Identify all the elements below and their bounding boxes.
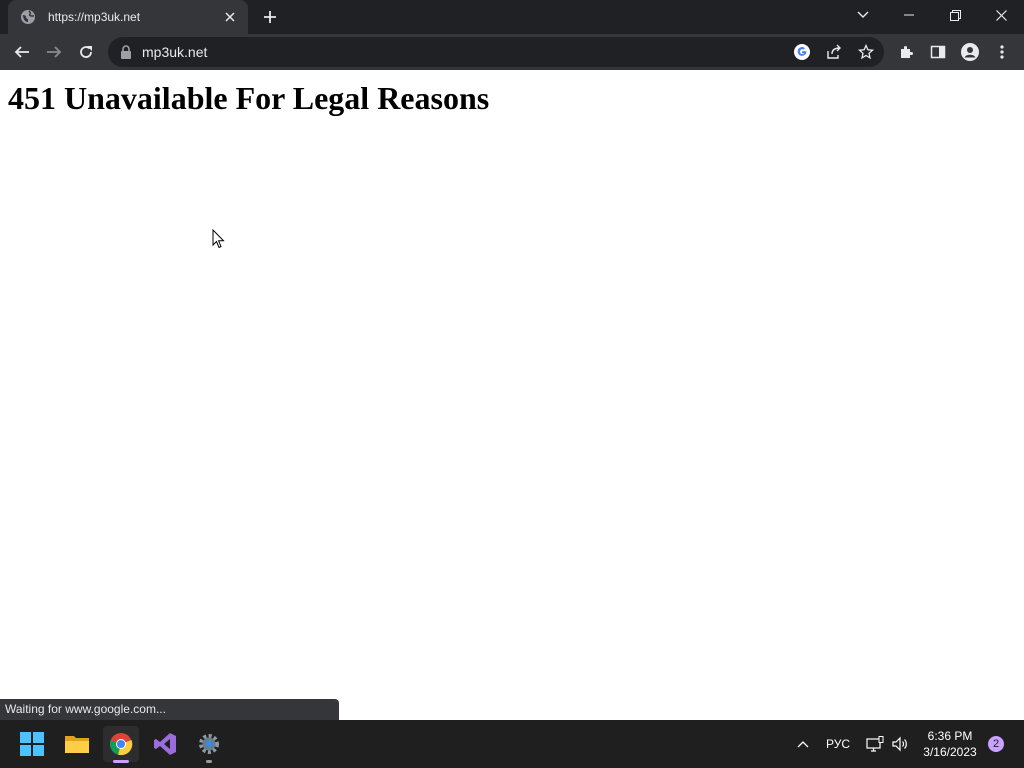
tab-strip: https://mp3uk.net [0,0,1024,34]
start-button[interactable] [14,726,50,762]
network-icon[interactable] [864,720,886,768]
file-explorer-button[interactable] [59,726,95,762]
clock[interactable]: 6:36 PM 3/16/2023 [918,720,982,768]
tab-search-chevron-icon[interactable] [840,0,886,30]
google-lens-icon[interactable] [792,42,812,62]
settings-button[interactable] [191,726,227,763]
address-bar[interactable]: mp3uk.net [108,37,884,67]
clock-time: 6:36 PM [927,729,973,743]
url-text[interactable]: mp3uk.net [142,44,207,60]
windows-logo-icon [20,732,44,756]
clock-date: 3/16/2023 [923,745,977,759]
restore-button[interactable] [932,0,978,30]
new-tab-button[interactable] [259,6,281,28]
gear-icon [199,734,219,754]
visual-studio-button[interactable] [147,726,183,762]
lock-icon[interactable] [120,45,132,59]
more-menu-icon[interactable] [990,40,1014,64]
forward-button[interactable] [42,40,66,64]
reload-button[interactable] [74,40,98,64]
side-panel-icon[interactable] [926,40,950,64]
globe-icon [20,9,36,25]
notification-count-badge: 2 [988,736,1004,752]
chrome-icon [109,733,133,756]
page-heading: 451 Unavailable For Legal Reasons [8,80,490,116]
active-app-indicator [113,760,129,763]
volume-icon[interactable] [889,720,911,768]
extensions-puzzle-icon[interactable] [894,40,918,64]
back-button[interactable] [10,40,34,64]
page-content: 451 Unavailable For Legal Reasons Waitin… [0,70,1024,720]
close-window-button[interactable] [978,0,1024,30]
notification-center-button[interactable]: 2 [986,720,1006,768]
show-hidden-icons-chevron[interactable] [792,720,814,768]
share-icon[interactable] [824,42,844,62]
browser-toolbar: mp3uk.net [0,34,1024,70]
visual-studio-icon [154,733,176,755]
windows-taskbar: РУС 6:36 PM 3/16/2023 2 [0,720,1024,768]
close-tab-icon[interactable] [222,9,238,25]
mouse-cursor-icon [212,228,225,254]
minimize-button[interactable] [886,0,932,30]
chrome-taskbar-button[interactable] [103,726,139,763]
folder-icon [65,736,89,753]
browser-tab[interactable]: https://mp3uk.net [8,0,248,34]
status-bubble: Waiting for www.google.com... [0,699,339,720]
tab-title: https://mp3uk.net [48,10,141,24]
open-app-indicator [206,760,212,763]
input-language[interactable]: РУС [822,720,854,768]
profile-icon[interactable] [958,40,982,64]
bookmark-star-icon[interactable] [856,42,876,62]
